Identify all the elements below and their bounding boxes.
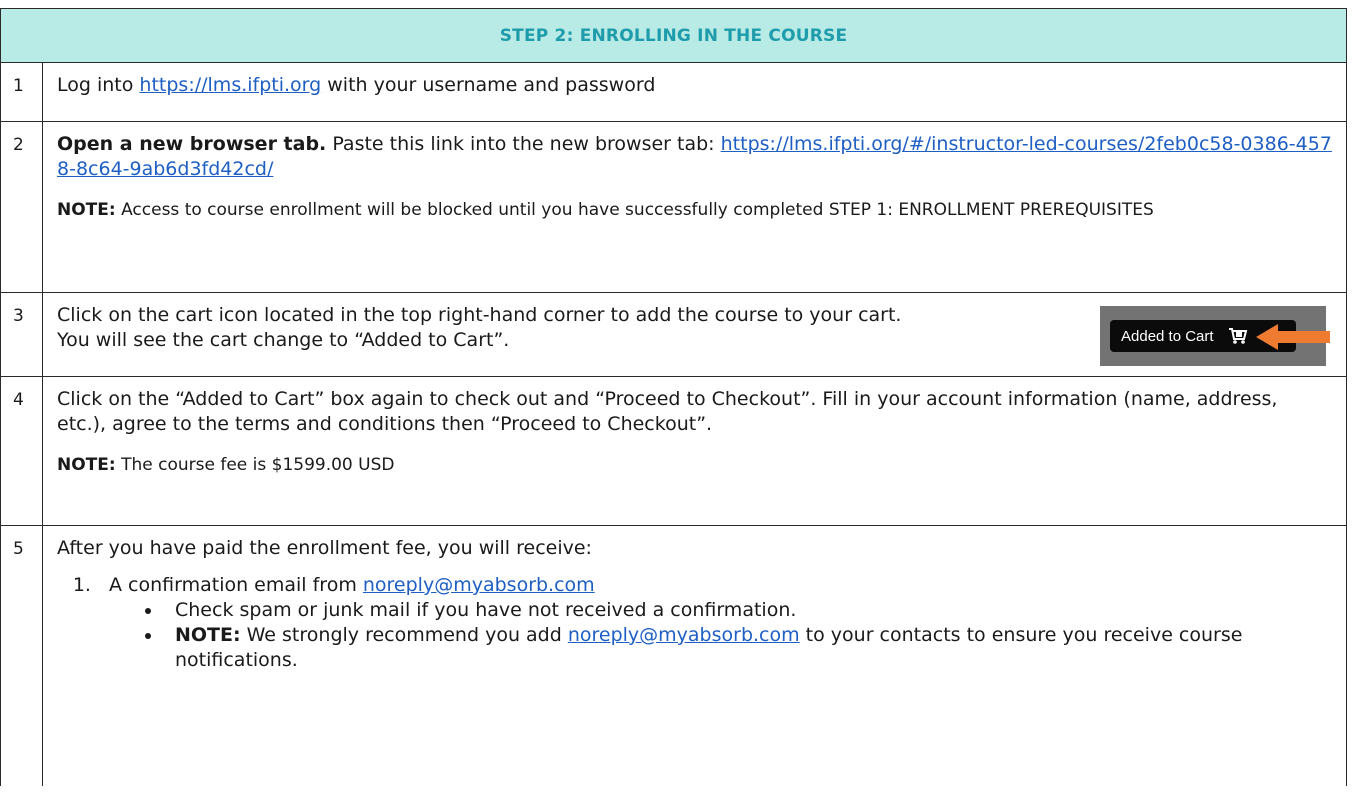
step-number: 1 xyxy=(0,62,43,122)
note-label: NOTE: xyxy=(57,200,116,220)
table-row: 3 Click on the cart icon located in the … xyxy=(0,292,1347,377)
note-label: NOTE: xyxy=(175,624,241,646)
table-row: 5 After you have paid the enrollment fee… xyxy=(0,525,1347,786)
confirmation-list: A confirmation email from noreply@myabso… xyxy=(57,573,1332,673)
lms-login-link[interactable]: https://lms.ifpti.org xyxy=(139,74,321,96)
cart-icon xyxy=(1228,327,1248,345)
step-number: 3 xyxy=(0,292,43,377)
note-text: Access to course enrollment will be bloc… xyxy=(115,200,1154,220)
table-row: 2 Open a new browser tab. Paste this lin… xyxy=(0,121,1347,293)
table-row: 4 Click on the “Added to Cart” box again… xyxy=(0,376,1347,526)
step-content: Click on the “Added to Cart” box again t… xyxy=(42,376,1347,526)
note-text: The course fee is $1599.00 USD xyxy=(115,455,395,475)
noreply-email-link[interactable]: noreply@myabsorb.com xyxy=(568,624,800,646)
step-text: Click on the “Added to Cart” box again t… xyxy=(57,388,1278,435)
table-title: STEP 2: ENROLLING IN THE COURSE xyxy=(0,8,1347,63)
note-label: NOTE: xyxy=(57,455,116,475)
step-content: Click on the cart icon located in the to… xyxy=(42,292,1347,377)
list-item: Check spam or junk mail if you have not … xyxy=(145,598,1332,623)
step-number: 5 xyxy=(0,525,43,786)
added-to-cart-label: Added to Cart xyxy=(1121,327,1214,345)
list-item: A confirmation email from noreply@myabso… xyxy=(97,573,1332,673)
sub-bullet-list: Check spam or junk mail if you have not … xyxy=(109,598,1332,673)
step-content: Log into https://lms.ifpti.org with your… xyxy=(42,62,1347,122)
step-intro: After you have paid the enrollment fee, … xyxy=(57,537,592,559)
list-item: NOTE: We strongly recommend you add nore… xyxy=(145,623,1332,673)
enrollment-steps-table: STEP 2: ENROLLING IN THE COURSE 1 Log in… xyxy=(0,8,1347,786)
bold-lead: Open a new browser tab. xyxy=(57,133,327,155)
step-number: 4 xyxy=(0,376,43,526)
table-row: 1 Log into https://lms.ifpti.org with yo… xyxy=(0,62,1347,122)
noreply-email-link[interactable]: noreply@myabsorb.com xyxy=(363,574,595,596)
arrow-icon xyxy=(1256,324,1330,350)
step-content: After you have paid the enrollment fee, … xyxy=(42,525,1347,786)
table-header-row: STEP 2: ENROLLING IN THE COURSE xyxy=(0,8,1347,63)
added-to-cart-screenshot: Added to Cart xyxy=(1100,306,1330,366)
step-text: Click on the cart icon located in the to… xyxy=(57,304,902,351)
step-content: Open a new browser tab. Paste this link … xyxy=(42,121,1347,293)
step-number: 2 xyxy=(0,121,43,293)
